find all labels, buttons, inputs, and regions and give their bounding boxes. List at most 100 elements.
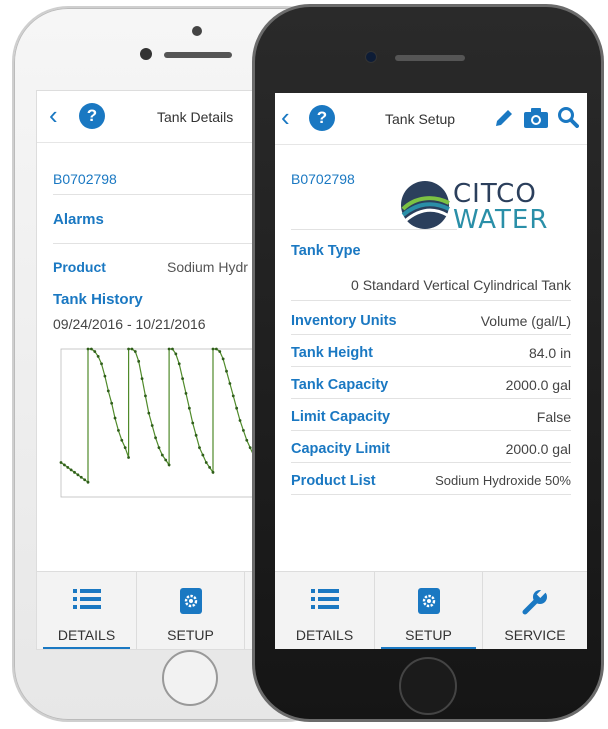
logo-line2: WATER	[453, 205, 549, 235]
tab-details-label: DETAILS	[57, 627, 116, 643]
chart-point	[120, 438, 124, 442]
chart-point	[211, 470, 215, 474]
chart-point	[160, 453, 164, 457]
help-icon[interactable]: ?	[309, 105, 335, 131]
tab-setup[interactable]: SETUP	[375, 572, 483, 649]
divider	[291, 366, 571, 367]
chart-point	[187, 406, 191, 410]
tank-history-label: Tank History	[53, 291, 143, 308]
chart-point	[221, 357, 225, 361]
chart-point	[69, 468, 73, 472]
product-label: Product	[53, 259, 106, 275]
chart-point	[150, 424, 154, 427]
history-date-range: 09/24/2016 - 10/21/2016	[53, 316, 206, 332]
chart-point	[164, 458, 168, 462]
alarms-link[interactable]: Alarms	[53, 211, 104, 228]
field-value: Sodium Hydroxide 50%	[435, 473, 571, 488]
chart-point	[93, 350, 97, 353]
pencil-icon[interactable]	[493, 107, 515, 129]
front-camera	[140, 48, 152, 60]
chevron-left-icon[interactable]: ‹	[49, 102, 58, 128]
tab-service[interactable]: SERVICE	[483, 572, 587, 649]
chart-point	[174, 352, 178, 356]
citco-water-logo: CITCO WATER	[395, 175, 565, 233]
tab-details[interactable]: DETAILS	[275, 572, 375, 649]
home-button[interactable]	[162, 650, 218, 706]
earpiece-speaker	[164, 52, 232, 58]
divider	[291, 430, 571, 431]
chart-point	[59, 461, 63, 464]
chart-point	[113, 416, 117, 420]
product-value: Sodium Hydr	[167, 259, 248, 275]
field-value: 84.0 in	[528, 345, 571, 361]
chart-point	[123, 446, 127, 450]
tank-serial: B0702798	[53, 171, 117, 187]
chart-point	[127, 347, 130, 351]
chart-point	[140, 377, 144, 380]
chart-point	[86, 347, 90, 351]
list-icon	[73, 589, 101, 609]
chart-point	[106, 389, 110, 393]
tab-setup[interactable]: SETUP	[137, 572, 245, 649]
camera-icon[interactable]	[523, 107, 549, 129]
active-tab-indicator	[381, 647, 476, 649]
phone-black: ‹ ? Tank Setup B0702798 CITCO WATER Tank…	[252, 4, 604, 722]
chart-point	[127, 456, 130, 459]
chart-point	[198, 446, 201, 450]
chart-point	[245, 438, 249, 442]
divider	[291, 334, 571, 335]
gear-icon	[418, 588, 440, 614]
tab-details[interactable]: DETAILS	[37, 572, 137, 649]
page-title: Tank Setup	[385, 111, 456, 127]
field-label: Tank Height	[291, 345, 373, 361]
tank-serial: B0702798	[291, 171, 355, 187]
chart-point	[231, 394, 235, 398]
tank-type-value: 0 Standard Vertical Cylindrical Tank	[351, 277, 571, 293]
chart-point	[100, 362, 103, 366]
chart-point	[144, 394, 147, 398]
chart-point	[130, 347, 134, 351]
chart-point	[73, 470, 76, 474]
citco-logo-icon	[401, 181, 450, 229]
chart-point	[133, 350, 137, 353]
chart-point	[191, 421, 195, 425]
active-tab-indicator	[43, 647, 130, 649]
chart-point	[228, 382, 232, 385]
divider	[291, 398, 571, 399]
logo-line1: CITCO	[453, 179, 537, 209]
chart-point	[235, 406, 239, 410]
chart-point	[96, 355, 100, 358]
chart-point	[157, 446, 161, 450]
field-value: Volume (gal/L)	[480, 313, 571, 329]
proximity-sensor	[192, 26, 202, 36]
chart-point	[177, 362, 181, 366]
divider	[291, 494, 571, 495]
gear-icon	[180, 588, 202, 614]
field-label: Capacity Limit	[291, 441, 391, 457]
help-icon[interactable]: ?	[79, 103, 105, 129]
chart-point	[147, 411, 151, 415]
tank-setup-screen: ‹ ? Tank Setup B0702798 CITCO WATER Tank…	[275, 93, 587, 649]
chart-point	[167, 347, 171, 351]
field-value: 2000.0 gal	[505, 377, 571, 393]
chart-point	[90, 347, 93, 351]
tab-setup-label: SETUP	[167, 627, 214, 643]
chart-point	[154, 436, 157, 440]
chart-point	[171, 347, 174, 351]
earpiece-speaker	[395, 55, 465, 61]
chevron-left-icon[interactable]: ‹	[281, 104, 290, 130]
divider	[291, 462, 571, 463]
setup-navbar: ‹ ? Tank Setup	[275, 93, 587, 145]
field-value: 2000.0 gal	[505, 441, 571, 457]
chart-point	[214, 347, 218, 351]
field-label: Limit Capacity	[291, 409, 391, 425]
search-icon[interactable]	[557, 106, 579, 128]
field-label: Product List	[291, 473, 376, 489]
chart-point	[201, 453, 205, 457]
tab-setup-label: SETUP	[405, 627, 452, 643]
chart-point	[137, 359, 141, 363]
divider	[291, 229, 457, 230]
field-label: Inventory Units	[291, 313, 397, 329]
home-button[interactable]	[399, 657, 457, 715]
chart-point	[110, 401, 114, 405]
